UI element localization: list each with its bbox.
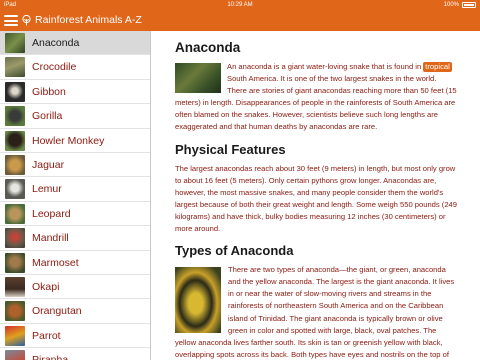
- leopard-thumb-icon: [5, 203, 25, 224]
- tropical-link[interactable]: tropical: [423, 62, 452, 72]
- sidebar-item-label: Anaconda: [32, 37, 80, 49]
- orangutan-thumb-icon: [5, 301, 25, 322]
- yellow-anaconda-photo: [175, 267, 221, 334]
- sidebar-item-anaconda[interactable]: Anaconda: [0, 31, 150, 56]
- section-heading-types: Types of Anaconda: [175, 243, 294, 259]
- animal-list-sidebar[interactable]: Anaconda Crocodile Gibbon Gorilla Howler…: [0, 31, 151, 360]
- intro-paragraph: An anaconda is a giant water-loving snak…: [175, 61, 458, 134]
- sidebar-item-howler-monkey[interactable]: Howler Monkey: [0, 129, 150, 153]
- gibbon-thumb-icon: [5, 81, 25, 102]
- navigation-bar: Rainforest Animals A-Z: [0, 10, 480, 31]
- article-title: Anaconda: [175, 40, 241, 55]
- section-heading-physical-features: Physical Features: [175, 141, 286, 157]
- sidebar-item-leopard[interactable]: Leopard: [0, 202, 150, 227]
- sidebar-item-label: Crocodile: [32, 61, 77, 74]
- sidebar-item-label: Parrot: [32, 329, 61, 342]
- battery-icon: [462, 2, 476, 8]
- sidebar-item-label: Mandrill: [32, 232, 69, 245]
- howler-monkey-thumb-icon: [5, 130, 25, 151]
- sidebar-item-label: Orangutan: [32, 305, 82, 318]
- sidebar-item-lemur[interactable]: Lemur: [0, 177, 150, 202]
- jaguar-thumb-icon: [5, 154, 25, 175]
- sidebar-item-label: Gorilla: [32, 110, 63, 123]
- okapi-thumb-icon: [5, 276, 25, 297]
- sidebar-item-label: Leopard: [32, 207, 71, 220]
- piranha-thumb-icon: [5, 350, 25, 360]
- sidebar-item-gibbon[interactable]: Gibbon: [0, 80, 150, 105]
- sidebar-item-label: Marmoset: [32, 256, 79, 269]
- anaconda-thumb-icon: [5, 33, 25, 53]
- anaconda-photo: [175, 63, 221, 93]
- sidebar-item-marmoset[interactable]: Marmoset: [0, 251, 150, 275]
- sidebar-item-parrot[interactable]: Parrot: [0, 324, 150, 349]
- mandrill-thumb-icon: [5, 228, 25, 249]
- sidebar-item-label: Gibbon: [32, 85, 66, 98]
- intro-text-start: An anaconda is a giant water-loving snak…: [227, 62, 424, 71]
- sidebar-item-label: Okapi: [32, 280, 60, 293]
- gorilla-thumb-icon: [5, 106, 25, 127]
- physical-features-paragraph: The largest anacondas reach about 30 fee…: [175, 163, 458, 234]
- tree-logo-icon: [22, 15, 31, 26]
- battery-indicator: 100%: [444, 0, 476, 10]
- sidebar-item-label: Jaguar: [32, 158, 65, 171]
- sidebar-item-jaguar[interactable]: Jaguar: [0, 153, 150, 178]
- crocodile-thumb-icon: [5, 57, 25, 78]
- status-bar: iPad 10:29 AM 100%: [0, 0, 480, 10]
- marmoset-thumb-icon: [5, 252, 25, 273]
- sidebar-item-orangutan[interactable]: Orangutan: [0, 299, 150, 324]
- clock: 10:29 AM: [227, 2, 253, 8]
- sidebar-item-okapi[interactable]: Okapi: [0, 275, 150, 300]
- sidebar-item-mandrill[interactable]: Mandrill: [0, 226, 150, 251]
- sidebar-item-gorilla[interactable]: Gorilla: [0, 104, 150, 129]
- sidebar-item-crocodile[interactable]: Crocodile: [0, 55, 150, 80]
- hamburger-menu-icon[interactable]: [4, 15, 18, 26]
- lemur-thumb-icon: [5, 179, 25, 200]
- battery-percent: 100%: [443, 2, 459, 8]
- article-content[interactable]: Anaconda An anaconda is a giant water-lo…: [152, 31, 480, 360]
- sidebar-item-label: Howler Monkey: [32, 134, 105, 147]
- app-title: Rainforest Animals A-Z: [35, 14, 142, 26]
- parrot-thumb-icon: [5, 325, 25, 346]
- types-paragraph: There are two types of anaconda—the gian…: [175, 264, 458, 360]
- sidebar-item-piranha[interactable]: Piranha: [0, 348, 150, 360]
- sidebar-item-label: Lemur: [32, 183, 62, 196]
- sidebar-item-label: Piranha: [32, 348, 68, 360]
